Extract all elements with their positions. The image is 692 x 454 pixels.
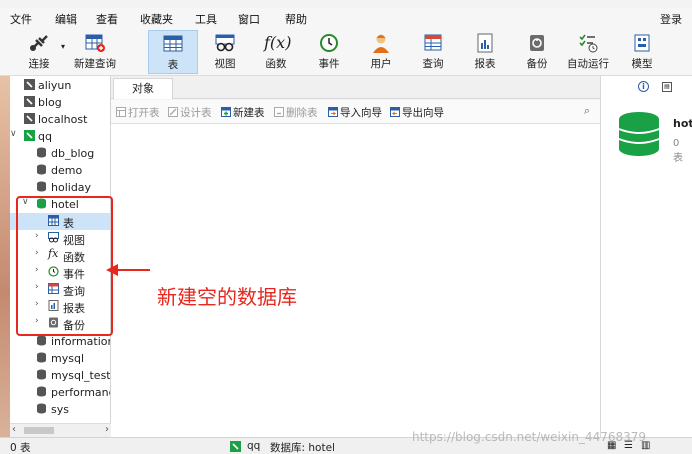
tree-item-sys[interactable]: sys xyxy=(10,401,110,418)
model-icon xyxy=(634,34,650,52)
user-button[interactable]: 用户 xyxy=(361,30,401,74)
menu-tools[interactable]: 工具 xyxy=(195,11,217,27)
report-icon xyxy=(477,33,493,53)
menu-view[interactable]: 查看 xyxy=(96,11,118,27)
connect-dropdown-icon[interactable]: ▾ xyxy=(61,42,65,51)
chevron-down-icon[interactable]: ∨ xyxy=(10,129,20,139)
delete-table-button[interactable]: 删除表 xyxy=(274,105,318,120)
menu-edit[interactable]: 编辑 xyxy=(55,11,77,27)
tree-item-mysql_test[interactable]: mysql_test xyxy=(10,367,110,384)
annotation-highlight-box xyxy=(16,196,113,336)
open-table-icon xyxy=(116,107,126,117)
tab-bar: 对象 xyxy=(111,76,600,99)
database-icon xyxy=(37,335,46,346)
tree-item-localhost[interactable]: localhost xyxy=(10,111,110,128)
menu-favorites[interactable]: 收藏夹 xyxy=(140,11,173,27)
info-table-count: 0 表 xyxy=(673,138,683,164)
backup-icon xyxy=(530,35,544,51)
status-database: 数据库: hotel xyxy=(270,442,335,454)
table-button[interactable]: 表 xyxy=(148,30,198,74)
automation-icon xyxy=(579,34,598,53)
status-table-count: 0 表 xyxy=(10,442,31,454)
scroll-left-icon[interactable]: ‹ xyxy=(12,424,16,435)
tree-item-qq[interactable]: ∨ qq xyxy=(10,128,110,145)
login-link[interactable]: 登录 xyxy=(660,11,682,27)
database-icon xyxy=(37,147,46,158)
status-connection: qq xyxy=(247,440,261,452)
export-icon xyxy=(390,107,400,117)
database-icon xyxy=(37,386,46,397)
delete-table-icon xyxy=(274,107,284,117)
function-button[interactable]: f(x) 函数 xyxy=(256,30,296,74)
database-icon xyxy=(37,369,46,380)
connection-icon xyxy=(24,113,35,124)
query-button[interactable]: 查询 xyxy=(413,30,453,74)
backup-button[interactable]: 备份 xyxy=(517,30,557,74)
database-icon xyxy=(37,181,46,192)
user-icon xyxy=(373,34,389,53)
connection-icon xyxy=(24,96,35,107)
design-table-button[interactable]: 设计表 xyxy=(168,105,212,120)
object-toolbar: 打开表 设计表 新建表 删除表 导入向导 导出向导 ⌕ xyxy=(111,100,600,124)
tree-item-holiday[interactable]: holiday xyxy=(10,179,110,196)
connection-active-icon xyxy=(230,441,241,452)
database-icon xyxy=(37,164,46,175)
watermark: https://blog.csdn.net/weixin_44768379 xyxy=(412,430,647,444)
tree-item-mysql[interactable]: mysql xyxy=(10,350,110,367)
database-icon xyxy=(37,403,46,414)
design-table-icon xyxy=(168,107,178,117)
ddl-icon[interactable]: ▤ xyxy=(662,82,672,92)
import-wizard-button[interactable]: 导入向导 xyxy=(328,105,382,120)
tree-item-blog[interactable]: blog xyxy=(10,94,110,111)
connection-icon xyxy=(24,79,35,90)
database-icon xyxy=(37,352,46,363)
menu-bar: 文件 编辑 查看 收藏夹 工具 窗口 帮助 登录 xyxy=(0,8,692,28)
tree-item-performance[interactable]: performanc xyxy=(10,384,110,401)
new-query-button[interactable]: 新建查询 xyxy=(70,30,120,74)
tab-objects[interactable]: 对象 xyxy=(113,78,173,99)
view-button[interactable]: 视图 xyxy=(205,30,245,74)
info-icon[interactable]: i xyxy=(638,81,649,92)
menu-help[interactable]: 帮助 xyxy=(285,11,307,27)
info-db-name: hot xyxy=(673,117,692,130)
clock-icon xyxy=(320,34,338,52)
left-window-strip xyxy=(0,76,10,437)
new-query-icon xyxy=(85,34,105,52)
database-large-icon xyxy=(618,112,660,156)
tree-item-aliyun[interactable]: aliyun xyxy=(10,77,110,94)
open-table-button[interactable]: 打开表 xyxy=(116,105,160,120)
main-toolbar: 连接 ▾ 新建查询 表 视图 f(x) 函数 事件 用户 查询 报表 备份 自动… xyxy=(0,28,692,76)
sidebar-horizontal-scrollbar[interactable]: ‹ › xyxy=(10,423,111,437)
scroll-right-icon[interactable]: › xyxy=(105,424,109,435)
menu-file[interactable]: 文件 xyxy=(10,11,32,27)
menu-window[interactable]: 窗口 xyxy=(238,11,260,27)
new-table-icon xyxy=(221,107,231,117)
connection-active-icon xyxy=(24,130,35,141)
export-wizard-button[interactable]: 导出向导 xyxy=(390,105,444,120)
event-button[interactable]: 事件 xyxy=(309,30,349,74)
info-panel: i ▤ hot 0 表 xyxy=(600,76,692,437)
plug-icon xyxy=(30,35,48,51)
annotation-text: 新建空的数据库 xyxy=(157,285,297,309)
automation-button[interactable]: 自动运行 xyxy=(565,30,611,74)
table-icon xyxy=(163,35,183,52)
annotation-arrow-icon xyxy=(106,264,150,276)
view-glasses-icon xyxy=(215,34,235,52)
new-table-button[interactable]: 新建表 xyxy=(221,105,265,120)
import-icon xyxy=(328,107,338,117)
tree-item-db_blog[interactable]: db_blog xyxy=(10,145,110,162)
report-button[interactable]: 报表 xyxy=(465,30,505,74)
query-icon xyxy=(424,34,442,51)
tree-item-demo[interactable]: demo xyxy=(10,162,110,179)
function-icon: f(x) xyxy=(264,33,292,52)
connect-button[interactable]: 连接 xyxy=(20,30,58,74)
scrollbar-thumb[interactable] xyxy=(24,427,54,434)
search-icon[interactable]: ⌕ xyxy=(584,104,590,118)
model-button[interactable]: 模型 xyxy=(622,30,662,74)
